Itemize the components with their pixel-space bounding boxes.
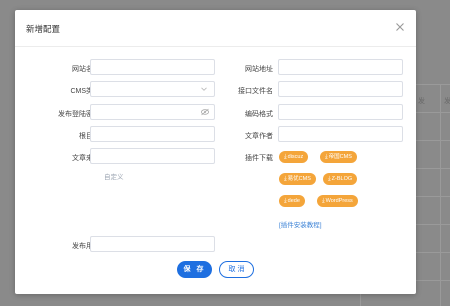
download-icon: ⤓ xyxy=(322,198,325,204)
encoding-select[interactable] xyxy=(278,104,403,120)
site-url-input[interactable] xyxy=(278,59,403,75)
article-source-input[interactable] xyxy=(90,148,215,164)
background-column-header: 发 xyxy=(418,98,425,105)
plugin-name: dede xyxy=(287,198,300,204)
plugin-eyou-cms-button[interactable]: ⤓易优CMS xyxy=(279,173,316,185)
custom-source-link[interactable]: 自定义 xyxy=(104,171,124,181)
background-table-col xyxy=(440,84,441,306)
download-icon: ⤓ xyxy=(284,198,287,204)
save-button[interactable]: 保 存 xyxy=(177,261,212,278)
plugin-name: 帝国CMS xyxy=(328,154,352,160)
article-author-input[interactable] xyxy=(278,126,403,142)
plugin-diguo-cms-button[interactable]: ⤓帝国CMS xyxy=(320,151,357,163)
plugin-name: 易优CMS xyxy=(287,176,311,182)
download-icon: ⤓ xyxy=(328,176,331,182)
dialog-header: 新增配置 xyxy=(15,10,416,47)
plugin-install-tutorial-link[interactable]: [插件安装教程] xyxy=(279,219,322,229)
site-name-input[interactable] xyxy=(90,59,215,75)
dialog-title: 新增配置 xyxy=(26,24,61,34)
interface-filename-label: 接口文件名 xyxy=(238,88,273,95)
encoding-label: 编码格式 xyxy=(245,111,273,118)
download-icon: ⤓ xyxy=(284,154,287,160)
root-dir-input[interactable] xyxy=(90,126,215,142)
plugin-name: discuz xyxy=(287,154,304,160)
publish-password-input[interactable] xyxy=(90,104,215,120)
plugin-discuz-button[interactable]: ⤓discuz xyxy=(279,151,309,163)
site-url-label: 网站地址 xyxy=(245,66,273,73)
publisher-input[interactable] xyxy=(90,236,215,252)
plugin-download-label: 插件下载 xyxy=(245,155,273,162)
new-config-dialog: 新增配置 网站名称 CMS类型 发布登陆密码 根目录 文章来源 自定义 网站地址 xyxy=(15,10,416,294)
plugin-name: Z-BLOG xyxy=(331,176,353,182)
download-icon: ⤓ xyxy=(284,176,287,182)
plugin-zblog-button[interactable]: ⤓Z-BLOG xyxy=(323,173,358,185)
cancel-button[interactable]: 取 消 xyxy=(219,261,254,278)
cms-type-select[interactable] xyxy=(90,81,215,97)
article-author-label: 文章作者 xyxy=(245,133,273,140)
close-icon[interactable] xyxy=(395,22,405,32)
background-column-header: 发 xyxy=(444,98,450,105)
download-icon: ⤓ xyxy=(325,154,328,160)
plugin-name: WordPress xyxy=(325,198,353,204)
plugin-dede-button[interactable]: ⤓dede xyxy=(279,195,305,207)
plugin-wordpress-button[interactable]: ⤓WordPress xyxy=(317,195,358,207)
interface-filename-input[interactable] xyxy=(278,81,403,97)
